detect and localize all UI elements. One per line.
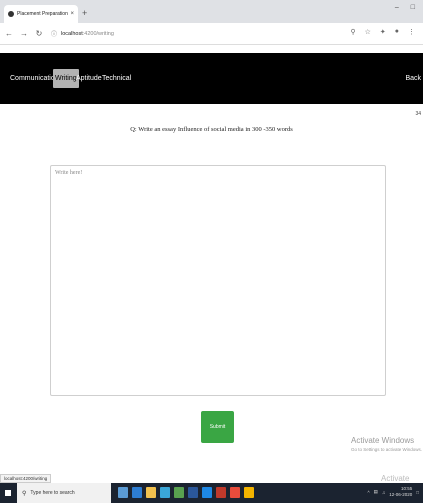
tab-title: Placement Preparation <box>17 11 68 17</box>
url-host: localhost <box>61 30 83 37</box>
windows-taskbar: ⚲ Type here to search ^ ▤ ♫ 10:55 12-06-… <box>0 483 423 503</box>
maximize-icon[interactable]: □ <box>411 4 415 11</box>
site-info-icon[interactable]: ⓘ <box>51 29 57 38</box>
taskbar-app-icon[interactable] <box>230 487 240 498</box>
timer-counter: 34 <box>415 111 421 117</box>
back-link[interactable]: Back <box>405 72 421 86</box>
menu-icon[interactable]: ⋮ <box>408 28 415 36</box>
nav-aptitude[interactable]: Aptitude <box>76 72 102 86</box>
system-tray: ^ ▤ ♫ 10:55 12-06-2020 □ <box>367 486 419 498</box>
profile-icon[interactable]: ● <box>395 28 399 36</box>
network-icon[interactable]: ▤ <box>374 489 378 495</box>
zoom-icon[interactable]: ⚲ <box>350 28 355 36</box>
taskbar-clock[interactable]: 10:55 12-06-2020 <box>389 486 412 498</box>
submit-button[interactable]: Submit <box>201 411 234 443</box>
extensions-icon[interactable]: ✦ <box>380 28 386 36</box>
favicon-icon <box>8 11 14 17</box>
browser-tab[interactable]: Placement Preparation × <box>4 5 78 23</box>
reload-icon[interactable]: ↻ <box>33 29 45 38</box>
watermark-title: Activate Windows <box>351 436 415 445</box>
status-bar-url: localhost:4200/writing <box>0 474 52 483</box>
taskbar-app-icon[interactable] <box>132 487 142 498</box>
url-path: :4200/writing <box>82 30 114 37</box>
taskbar-app-icon[interactable] <box>146 487 156 498</box>
nav-communication[interactable]: Communication <box>10 72 59 86</box>
new-tab-button[interactable]: + <box>82 7 87 19</box>
taskbar-app-icons <box>118 487 254 498</box>
windows-logo-icon <box>5 490 11 496</box>
taskbar-app-icon[interactable] <box>188 487 198 498</box>
taskbar-app-icon[interactable] <box>202 487 212 498</box>
window-controls: – □ <box>395 4 415 11</box>
forward-arrow-icon[interactable]: → <box>18 29 30 38</box>
back-arrow-icon[interactable]: ← <box>3 29 15 38</box>
taskbar-app-icon[interactable] <box>174 487 184 498</box>
nav-writing[interactable]: Writing <box>53 69 79 88</box>
start-button[interactable] <box>0 483 16 503</box>
nav-technical[interactable]: Technical <box>102 72 131 86</box>
essay-textarea[interactable] <box>50 165 386 396</box>
search-placeholder: Type here to search <box>30 490 75 496</box>
tab-close-icon[interactable]: × <box>70 11 74 17</box>
taskbar-app-icon[interactable] <box>244 487 254 498</box>
taskbar-app-icon[interactable] <box>216 487 226 498</box>
taskbar-app-icon[interactable] <box>118 487 128 498</box>
url-field[interactable]: ⓘ localhost:4200/writing <box>51 26 301 42</box>
minimize-icon[interactable]: – <box>395 4 399 11</box>
search-icon: ⚲ <box>22 490 27 497</box>
activate-windows-watermark: Activate Windows Go to Settings to activ… <box>351 436 422 452</box>
notifications-icon[interactable]: □ <box>416 490 419 495</box>
address-bar: ← → ↻ ⓘ localhost:4200/writing ⚲ ☆ ✦ ● ⋮ <box>0 23 423 45</box>
bookmark-star-icon[interactable]: ☆ <box>365 28 371 36</box>
taskbar-app-icon[interactable] <box>160 487 170 498</box>
taskbar-search[interactable]: ⚲ Type here to search <box>17 483 111 503</box>
browser-toolbar-icons: ⚲ ☆ ✦ ● ⋮ <box>350 28 415 36</box>
clock-date: 12-06-2020 <box>389 492 413 497</box>
volume-icon[interactable]: ♫ <box>382 490 385 495</box>
watermark-subtitle: Go to Settings to activate Windows. <box>351 447 423 452</box>
app-navbar: Communication Writing Aptitude Technical… <box>0 53 423 104</box>
tray-chevron-icon[interactable]: ^ <box>367 490 369 495</box>
essay-question: Q: Write an essay Influence of social me… <box>130 126 293 133</box>
browser-tab-strip: Placement Preparation × + – □ <box>0 0 423 23</box>
